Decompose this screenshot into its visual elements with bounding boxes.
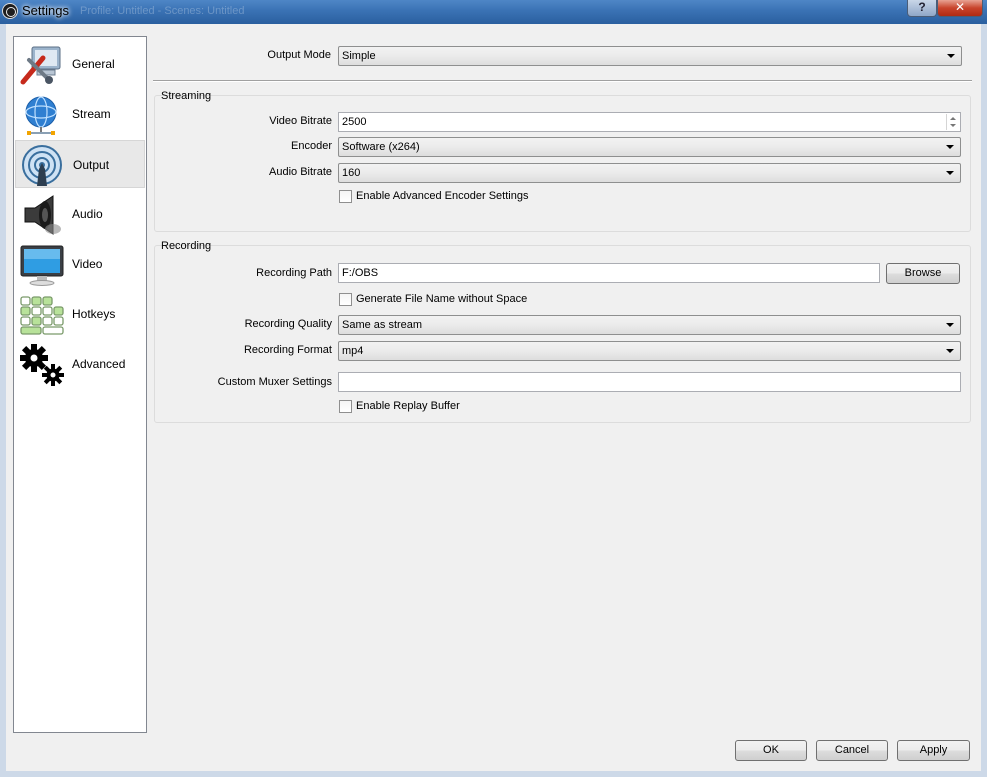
hotkeys-icon: [20, 296, 64, 335]
recording-group-title: Recording: [161, 240, 212, 252]
window-frame-bottom: [0, 771, 987, 777]
window-title: Settings: [22, 3, 69, 18]
sidebar-item-general[interactable]: General: [15, 40, 145, 88]
advanced-encoder-label[interactable]: Enable Advanced Encoder Settings: [356, 190, 528, 202]
chevron-down-icon: [947, 54, 955, 58]
background-window-title: Profile: Untitled - Scenes: Untitled: [80, 5, 245, 17]
audio-bitrate-value: 160: [342, 167, 361, 179]
settings-window: Profile: Untitled - Scenes: Untitled Set…: [0, 0, 987, 777]
general-icon: [20, 46, 61, 85]
custom-muxer-label: Custom Muxer Settings: [217, 376, 332, 388]
replay-buffer-label[interactable]: Enable Replay Buffer: [356, 400, 460, 412]
chevron-down-icon: [946, 349, 954, 353]
recording-path-input[interactable]: F:/OBS: [338, 263, 880, 283]
recording-path-label: Recording Path: [256, 267, 332, 279]
audio-bitrate-select[interactable]: 160: [338, 163, 961, 183]
spin-up-icon[interactable]: [950, 117, 956, 120]
output-mode-value: Simple: [342, 50, 376, 62]
title-bar[interactable]: Profile: Untitled - Scenes: Untitled Set…: [0, 0, 987, 24]
chevron-down-icon: [946, 171, 954, 175]
video-bitrate-value: 2500: [342, 116, 367, 128]
divider-highlight: [153, 81, 972, 82]
sidebar-item-stream[interactable]: Stream: [15, 90, 145, 138]
advanced-encoder-checkbox[interactable]: [339, 190, 352, 203]
recording-format-value: mp4: [342, 345, 364, 357]
sidebar-item-label: Hotkeys: [72, 307, 116, 321]
audio-icon: [24, 195, 61, 235]
encoder-value: Software (x264): [342, 141, 420, 153]
chevron-down-icon: [946, 145, 954, 149]
recording-quality-value: Same as stream: [342, 319, 423, 331]
audio-bitrate-label: Audio Bitrate: [269, 166, 332, 178]
sidebar-item-hotkeys[interactable]: Hotkeys: [15, 290, 145, 338]
encoder-label: Encoder: [291, 140, 332, 152]
sidebar-item-label: Audio: [72, 207, 103, 221]
recording-path-value: F:/OBS: [342, 267, 379, 279]
recording-quality-label: Recording Quality: [244, 318, 332, 330]
recording-format-label: Recording Format: [243, 344, 332, 356]
stream-icon: [25, 96, 57, 135]
obs-app-icon[interactable]: [2, 3, 18, 19]
sidebar-item-label: Advanced: [72, 357, 126, 371]
sidebar-item-audio[interactable]: Audio: [15, 190, 145, 238]
custom-muxer-input[interactable]: [338, 372, 961, 392]
nospace-filename-label[interactable]: Generate File Name without Space: [356, 293, 527, 305]
help-button[interactable]: ?: [907, 0, 937, 17]
recording-format-select[interactable]: mp4: [338, 341, 961, 361]
video-bitrate-label: Video Bitrate: [269, 115, 332, 127]
advanced-icon: [20, 344, 64, 386]
sidebar-item-output[interactable]: Output: [15, 140, 145, 188]
chevron-down-icon: [946, 323, 954, 327]
ok-button[interactable]: OK: [735, 740, 807, 761]
sidebar-item-label: Video: [72, 257, 103, 271]
spin-down-icon[interactable]: [950, 124, 956, 127]
encoder-select[interactable]: Software (x264): [338, 137, 961, 157]
cancel-button[interactable]: Cancel: [816, 740, 888, 761]
output-mode-select[interactable]: Simple: [338, 46, 962, 66]
sidebar-item-video[interactable]: Video: [15, 240, 145, 288]
apply-button[interactable]: Apply: [897, 740, 970, 761]
output-icon: [22, 145, 62, 186]
browse-button[interactable]: Browse: [886, 263, 960, 284]
bitrate-spinner[interactable]: [946, 114, 959, 130]
nospace-filename-checkbox[interactable]: [339, 293, 352, 306]
sidebar-item-label: General: [72, 57, 115, 71]
close-button[interactable]: ✕: [937, 0, 983, 17]
sidebar-item-advanced[interactable]: Advanced: [15, 340, 145, 388]
output-mode-label: Output Mode: [267, 49, 331, 61]
video-icon: [20, 245, 64, 286]
replay-buffer-checkbox[interactable]: [339, 400, 352, 413]
sidebar-item-label: Stream: [72, 107, 111, 121]
sidebar-item-label: Output: [73, 158, 110, 172]
settings-sidebar: General Stream Output Audio Video Hotkey…: [13, 36, 147, 733]
video-bitrate-input[interactable]: 2500: [338, 112, 961, 132]
window-frame-right: [981, 24, 987, 777]
recording-quality-select[interactable]: Same as stream: [338, 315, 961, 335]
streaming-group-title: Streaming: [161, 90, 212, 102]
